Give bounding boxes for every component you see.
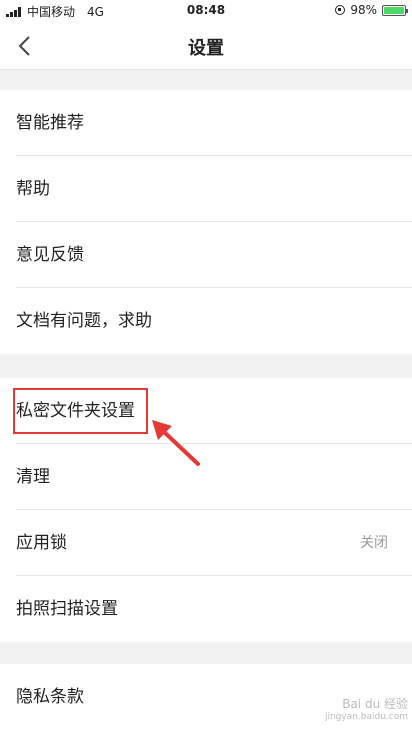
setting-scan[interactable]: 拍照扫描设置 [0,576,412,642]
setting-label: 应用锁 [16,533,67,553]
nav-bar: 设置 [0,22,412,70]
setting-feedback[interactable]: 意见反馈 [0,222,412,288]
setting-label: 拍照扫描设置 [16,599,118,619]
battery-icon [382,4,408,16]
watermark: Bai du 经验 jingyan.baidu.com [325,698,408,724]
setting-label: 意见反馈 [16,245,84,265]
battery-percent: 98% [350,3,377,17]
watermark-url: jingyan.baidu.com [324,712,408,722]
annotation-arrow-icon [152,420,200,466]
setting-help[interactable]: 帮助 [0,156,412,222]
orientation-lock-icon [335,5,346,15]
page-title: 设置 [188,38,224,59]
settings-group-1: 智能推荐 帮助 意见反馈 文档有问题，求助 [0,90,412,354]
setting-label: 智能推荐 [16,113,84,133]
setting-label: 清理 [16,467,50,487]
highlight-box [13,388,148,434]
status-bar: 中国移动 4G 08:48 98% [0,0,412,22]
setting-label: 文档有问题，求助 [16,311,152,331]
setting-smart-recommend[interactable]: 智能推荐 [0,90,412,156]
setting-doc-help[interactable]: 文档有问题，求助 [0,288,412,354]
watermark-brand: Bai du 经验 [342,697,408,711]
setting-app-lock[interactable]: 应用锁 关闭 [0,510,412,576]
setting-label: 帮助 [16,179,50,199]
setting-clean[interactable]: 清理 [0,444,412,510]
setting-label: 隐私条款 [16,687,84,707]
app-lock-status: 关闭 [360,535,388,551]
